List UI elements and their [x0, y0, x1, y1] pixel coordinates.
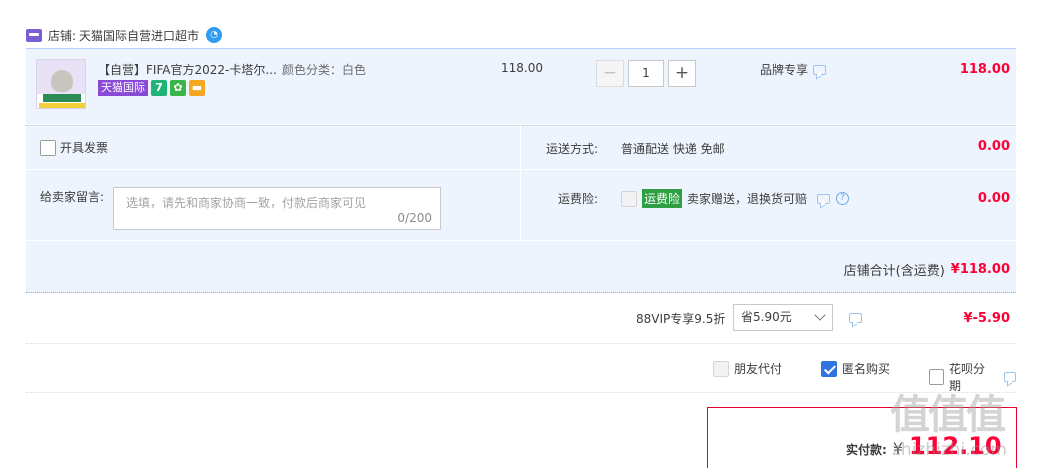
divider: [520, 125, 521, 240]
shop-header: 店铺: 天猫国际自营进口超市 ◔: [26, 26, 223, 44]
shipping-amount: 0.00: [977, 139, 1010, 154]
quantity-stepper: − 1 +: [596, 60, 696, 87]
shop-total-row: 店铺合计(含运费) ¥118.00: [26, 241, 1016, 293]
huabei-chat-icon[interactable]: [1003, 372, 1016, 382]
invoice-checkbox[interactable]: [40, 139, 56, 156]
chevron-down-icon: [814, 309, 826, 321]
credit-card-icon[interactable]: ▬: [189, 80, 205, 96]
payment-label: 实付款:: [846, 443, 887, 457]
shop-logo-icon: [26, 28, 42, 42]
insurance-checkbox: [621, 190, 637, 207]
invoice-label: 开具发票: [60, 141, 109, 155]
friend-pay-checkbox[interactable]: [713, 360, 729, 377]
checkout-options-row: 朋友代付 匿名购买 花呗分期: [26, 345, 1016, 393]
shop-name-link[interactable]: 天猫国际自营进口超市: [79, 27, 199, 44]
shop-total-label: 店铺合计(含运费): [843, 264, 945, 279]
vip-discount-amount: ¥-5.90: [963, 311, 1010, 326]
invoice-shipping-row: 开具发票 运送方式: 普通配送 快递 免邮 0.00: [26, 125, 1016, 169]
promo-chat-icon[interactable]: [813, 64, 827, 75]
watermark-text: zhizhizhi.com: [892, 440, 1007, 460]
insurance-desc: 卖家赠送，退换货可赔: [687, 192, 808, 206]
unit-price: 118.00: [501, 61, 543, 75]
brand-promo-label: 品牌专享: [760, 63, 809, 77]
message-placeholder: 选填，请先和商家协商一致，付款后商家可见: [126, 196, 367, 210]
item-subtotal: 118.00: [959, 62, 1010, 77]
product-title-link[interactable]: 【自营】FIFA官方2022-卡塔尔...: [98, 61, 277, 78]
help-icon[interactable]: ?: [836, 192, 850, 205]
shop-total-amount: ¥118.00: [950, 262, 1010, 277]
wangwang-chat-icon[interactable]: ◔: [206, 27, 223, 43]
divider: [26, 169, 1016, 170]
product-tags: 天猫国际 7 ✿ ▬: [98, 80, 205, 96]
message-label: 给卖家留言:: [40, 190, 105, 204]
vip-chat-icon[interactable]: [849, 313, 862, 323]
friend-pay-label: 朋友代付: [734, 362, 783, 376]
shop-label: 店铺:: [48, 28, 77, 43]
order-item-row: 【自营】FIFA官方2022-卡塔尔... 颜色分类：白色 天猫国际 7 ✿ ▬…: [26, 48, 1016, 124]
product-sku: 颜色分类：白色: [282, 63, 367, 77]
seller-message-input[interactable]: 选填，请先和商家协商一致，付款后商家可见 0/200: [113, 187, 441, 230]
vip-select-value: 省5.90元: [741, 310, 792, 324]
quantity-decrement-button[interactable]: −: [596, 60, 624, 87]
product-thumbnail[interactable]: [36, 59, 86, 109]
insurance-tag: 运费险: [642, 189, 683, 208]
anonymous-label: 匿名购买: [842, 362, 891, 376]
insurance-chat-icon[interactable]: [817, 193, 831, 204]
watermark-logo: 值值值: [890, 392, 1006, 438]
shipping-label: 运送方式:: [546, 142, 599, 156]
message-counter: 0/200: [397, 211, 432, 225]
vip-label: 88VIP专享9.5折: [636, 312, 726, 326]
vip-discount-select[interactable]: 省5.90元: [733, 304, 833, 331]
anonymous-checkbox[interactable]: [821, 360, 837, 377]
tmall-global-tag: 天猫国际: [98, 80, 148, 96]
quantity-increment-button[interactable]: +: [668, 60, 696, 87]
shipping-method[interactable]: 普通配送 快递 免邮: [621, 140, 725, 157]
quantity-input[interactable]: 1: [628, 60, 664, 87]
insurance-amount: 0.00: [977, 191, 1010, 206]
vip-discount-row: 88VIP专享9.5折 ¥-5.90: [26, 294, 1016, 344]
insurance-label: 运费险:: [558, 192, 599, 206]
seven-day-return-icon[interactable]: 7: [151, 80, 167, 96]
guarantee-icon[interactable]: ✿: [170, 80, 186, 96]
brand-promo: 品牌专享: [760, 61, 827, 78]
